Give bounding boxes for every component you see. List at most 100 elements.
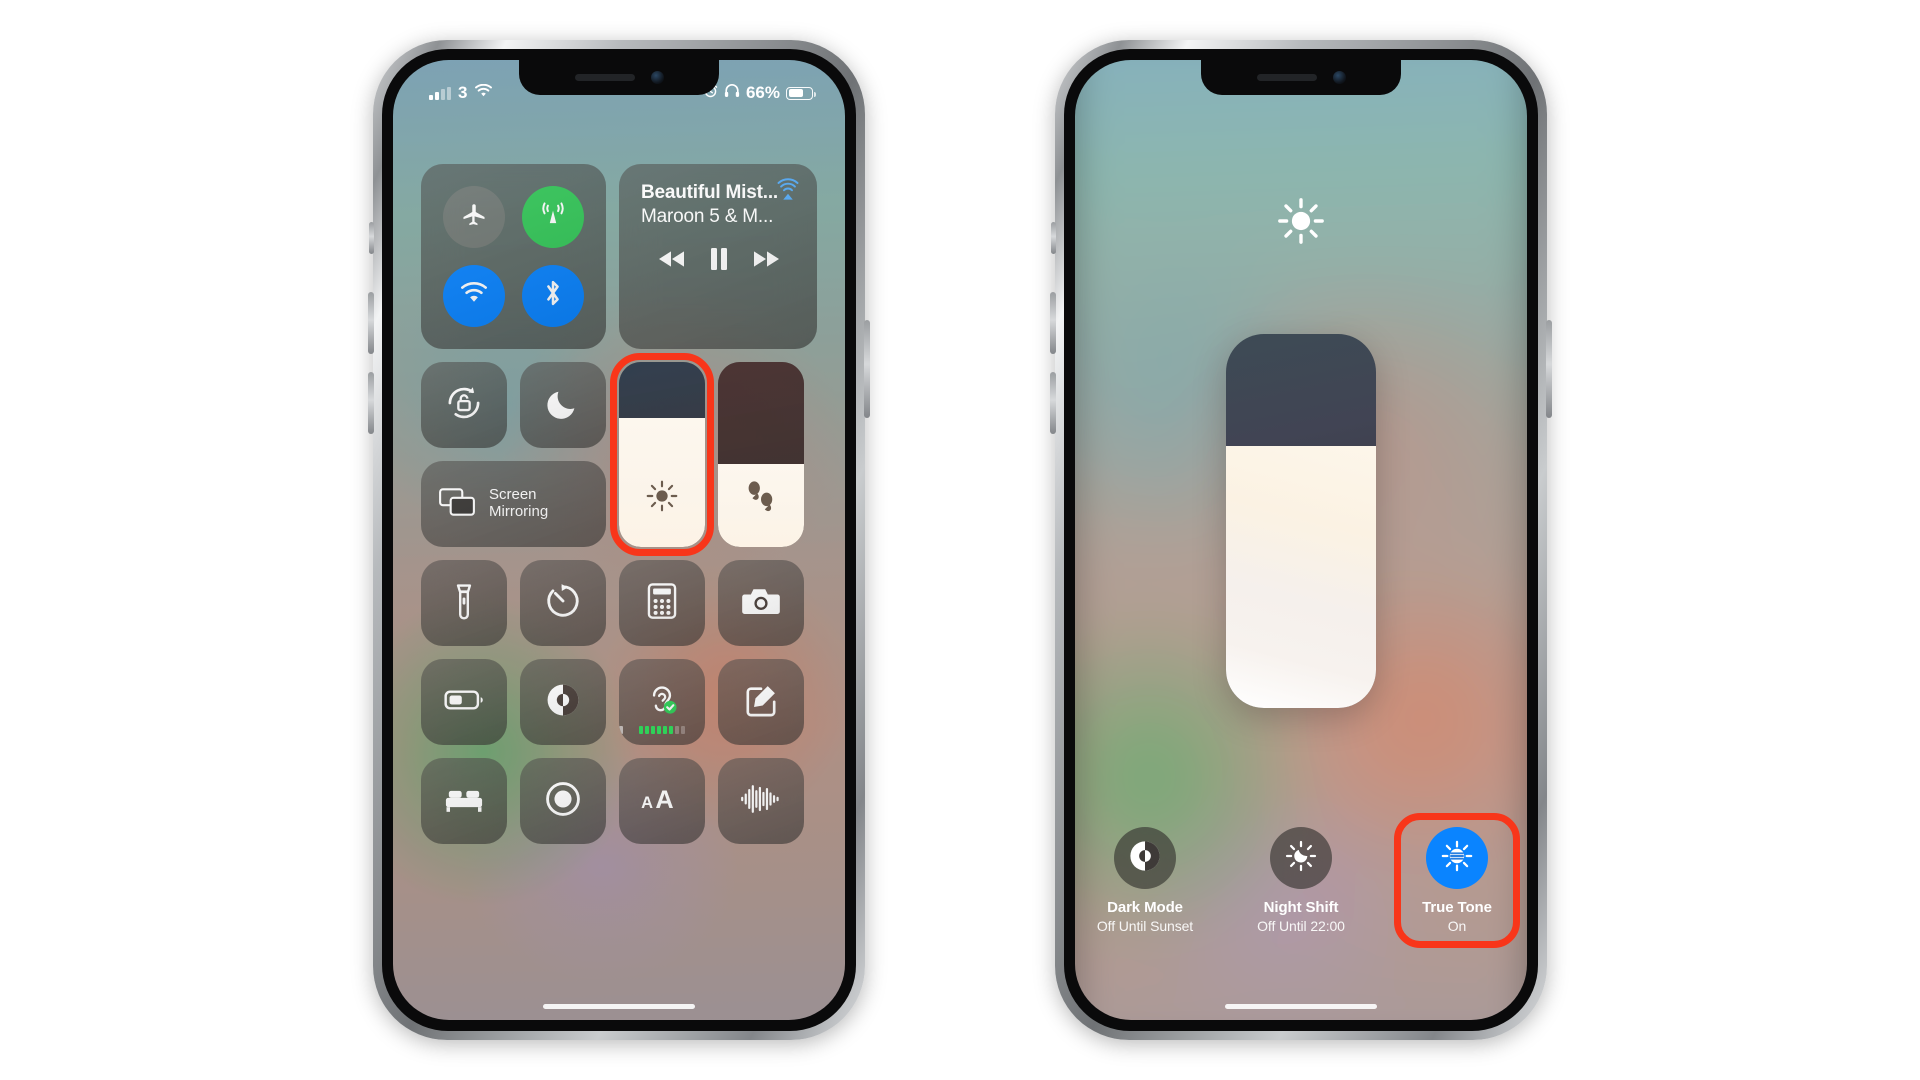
wifi-icon <box>474 83 493 103</box>
notes-pencil-icon <box>743 682 779 723</box>
now-playing-artist: Maroon 5 & M... <box>641 206 774 227</box>
display-toggles-row: Dark Mode Off Until Sunset Night Shift O… <box>1075 813 1527 948</box>
svg-text:A: A <box>655 785 673 813</box>
home-indicator[interactable] <box>1225 1004 1377 1009</box>
screenshot-stage: 3 66% Beautiful Mist... Maroon 5 & M... … <box>0 0 1920 1080</box>
power-button[interactable] <box>864 320 870 418</box>
screen-mirroring-line2: Mirroring <box>489 503 549 520</box>
cellular-bars-icon <box>429 86 451 100</box>
iphone-right-device: Dark Mode Off Until Sunset Night Shift O… <box>1050 40 1552 1040</box>
low-power-battery-icon <box>444 688 484 717</box>
text-size-aa-icon: AA <box>640 784 684 819</box>
notch <box>519 60 719 95</box>
true-tone-toggle[interactable]: True Tone On <box>1394 813 1520 948</box>
ear-hearing-icon <box>646 683 678 722</box>
notes-button[interactable] <box>718 659 804 745</box>
airplane-mode-button[interactable] <box>443 186 506 249</box>
sun-icon <box>619 479 705 513</box>
dark-mode-button[interactable] <box>520 659 606 745</box>
dark-mode-toggle-circle[interactable] <box>1114 827 1176 889</box>
volume-up-button[interactable] <box>1050 292 1056 354</box>
battery-percent-label: 66% <box>745 83 780 102</box>
calculator-icon <box>646 582 678 625</box>
mute-switch[interactable] <box>369 222 374 254</box>
now-playing-module[interactable]: Beautiful Mist... Maroon 5 & M... <box>619 164 817 349</box>
rotation-lock-icon <box>444 383 484 428</box>
cc-row-top: Beautiful Mist... Maroon 5 & M... <box>421 164 817 349</box>
wifi-button[interactable] <box>443 264 506 327</box>
volume-up-button[interactable] <box>368 292 374 354</box>
dark-mode-circle-icon <box>544 681 582 724</box>
hearing-level-meter <box>619 726 705 734</box>
flashlight-button[interactable] <box>421 560 507 646</box>
low-power-mode-button[interactable] <box>421 659 507 745</box>
bluetooth-button[interactable] <box>521 264 584 327</box>
battery-icon <box>786 86 816 100</box>
calculator-button[interactable] <box>619 560 705 646</box>
svg-text:A: A <box>641 793 653 811</box>
cc-grid-row-3: AA <box>421 758 817 844</box>
brightness-header-sun-icon <box>1276 196 1326 251</box>
rotation-lock-button[interactable] <box>421 362 507 448</box>
brightness-slider-expanded[interactable] <box>1226 334 1376 708</box>
power-button[interactable] <box>1546 320 1552 418</box>
iphone-left-device: 3 66% Beautiful Mist... Maroon 5 & M... … <box>368 40 870 1040</box>
camera-icon <box>741 584 781 623</box>
airplane-icon <box>460 201 488 234</box>
moon-icon <box>545 385 581 426</box>
iphone-right-screen: Dark Mode Off Until Sunset Night Shift O… <box>1075 60 1527 1020</box>
timer-button[interactable] <box>520 560 606 646</box>
pause-icon[interactable] <box>708 246 730 277</box>
cc-grid-row-1 <box>421 560 817 646</box>
cellular-data-button[interactable] <box>521 186 584 249</box>
sound-recognition-button[interactable] <box>718 758 804 844</box>
rewind-icon[interactable] <box>657 248 689 275</box>
night-shift-toggle-state: Off Until 22:00 <box>1257 918 1345 934</box>
airplay-audio-icon[interactable] <box>775 178 801 209</box>
dark-mode-circle-icon <box>1127 838 1163 879</box>
true-tone-icon <box>1439 838 1475 879</box>
playback-controls <box>641 246 797 277</box>
screen-recording-button[interactable] <box>520 758 606 844</box>
screen-mirroring-label: Screen Mirroring <box>489 486 549 521</box>
night-shift-toggle-name: Night Shift <box>1263 899 1339 916</box>
camera-button[interactable] <box>718 560 804 646</box>
front-camera-icon <box>650 71 664 84</box>
cc-mid-left-group: Screen Mirroring <box>421 362 606 547</box>
volume-slider[interactable] <box>718 362 804 547</box>
mute-switch[interactable] <box>1051 222 1056 254</box>
night-shift-toggle[interactable]: Night Shift Off Until 22:00 <box>1244 827 1358 934</box>
headphones-icon <box>724 83 740 103</box>
screen-mirroring-button[interactable]: Screen Mirroring <box>421 461 606 547</box>
bed-icon <box>444 785 484 818</box>
earpiece-speaker-icon <box>574 74 635 81</box>
night-shift-toggle-circle[interactable] <box>1270 827 1332 889</box>
wifi-icon <box>459 281 489 310</box>
bluetooth-icon <box>542 277 564 314</box>
airpods-icon <box>718 479 804 513</box>
hearing-button[interactable] <box>619 659 705 745</box>
night-shift-icon <box>1283 838 1319 879</box>
sound-waveform-icon <box>740 783 782 820</box>
do-not-disturb-button[interactable] <box>520 362 606 448</box>
connectivity-module[interactable] <box>421 164 606 349</box>
flashlight-icon <box>448 582 480 625</box>
brightness-slider[interactable] <box>619 362 705 547</box>
home-indicator[interactable] <box>543 1004 695 1009</box>
sleep-button[interactable] <box>421 758 507 844</box>
iphone-left-bezel: 3 66% Beautiful Mist... Maroon 5 & M... … <box>382 49 856 1031</box>
timer-icon <box>544 582 582 625</box>
cc-mid-top-row <box>421 362 606 448</box>
volume-down-button[interactable] <box>368 372 374 434</box>
iphone-right-bezel: Dark Mode Off Until Sunset Night Shift O… <box>1064 49 1538 1031</box>
brightness-expanded-fill <box>1226 446 1376 708</box>
now-playing-title: Beautiful Mist... <box>641 182 778 203</box>
fast-forward-icon[interactable] <box>749 248 781 275</box>
screen-mirroring-icon <box>438 487 476 522</box>
cellular-antenna-icon <box>538 200 568 235</box>
volume-down-button[interactable] <box>1050 372 1056 434</box>
dark-mode-toggle[interactable]: Dark Mode Off Until Sunset <box>1088 827 1202 934</box>
true-tone-toggle-circle[interactable] <box>1426 827 1488 889</box>
front-camera-icon <box>1332 71 1346 84</box>
text-size-button[interactable]: AA <box>619 758 705 844</box>
